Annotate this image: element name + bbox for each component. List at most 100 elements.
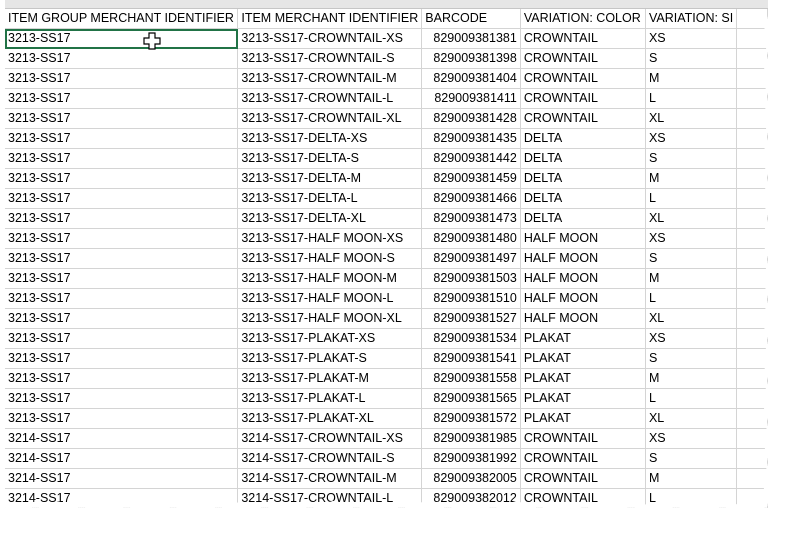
cell-item-group[interactable]: 3213-SS17 — [5, 128, 239, 149]
cell-item-merchant-id[interactable]: 3213-SS17-PLAKAT-XS — [237, 328, 423, 349]
cell-item-group[interactable]: 3213-SS17 — [5, 288, 239, 309]
cell-barcode[interactable]: 829009381992 — [421, 448, 521, 469]
cell-item-merchant-id[interactable]: 3213-SS17-DELTA-L — [237, 188, 423, 209]
cell-item-group[interactable]: 3213-SS17 — [5, 408, 239, 429]
cell-item-merchant-id[interactable]: 3213-SS17-PLAKAT-M — [237, 368, 423, 389]
cell-variation-color[interactable]: CROWNTAIL — [520, 488, 646, 508]
cell-variation-size[interactable]: S — [645, 448, 738, 469]
cell-item-merchant-id[interactable]: 3214-SS17-CROWNTAIL-XS — [237, 428, 423, 449]
cell-barcode[interactable]: 829009381985 — [421, 428, 521, 449]
cell-item-group[interactable]: 3213-SS17 — [5, 148, 239, 169]
cell-item-merchant-id[interactable]: 3213-SS17-DELTA-S — [237, 148, 423, 169]
cell-variation-size[interactable]: L — [645, 388, 738, 409]
cell-barcode[interactable]: 829009381565 — [421, 388, 521, 409]
cell-variation-color[interactable]: CROWNTAIL — [520, 468, 646, 489]
empty-cell[interactable] — [736, 228, 768, 249]
cell-item-group[interactable]: 3213-SS17 — [5, 68, 239, 89]
cell-variation-size[interactable]: XL — [645, 308, 738, 329]
cell-variation-size[interactable]: M — [645, 368, 738, 389]
cell-variation-color[interactable]: CROWNTAIL — [520, 68, 646, 89]
cell-item-merchant-id[interactable]: 3213-SS17-HALF MOON-XL — [237, 308, 423, 329]
empty-cell[interactable] — [736, 188, 768, 209]
cell-barcode[interactable]: 829009381534 — [421, 328, 521, 349]
cell-item-merchant-id[interactable]: 3213-SS17-CROWNTAIL-L — [237, 88, 423, 109]
cell-variation-color[interactable]: DELTA — [520, 188, 646, 209]
empty-cell[interactable] — [736, 208, 768, 229]
empty-cell[interactable] — [736, 168, 768, 189]
cell-item-merchant-id[interactable]: 3213-SS17-CROWNTAIL-M — [237, 68, 423, 89]
cell-variation-color[interactable]: CROWNTAIL — [520, 88, 646, 109]
cell-variation-size[interactable]: XS — [645, 28, 738, 49]
cell-item-merchant-id[interactable]: 3213-SS17-PLAKAT-S — [237, 348, 423, 369]
cell-barcode[interactable]: 829009381428 — [421, 108, 521, 129]
cell-variation-size[interactable]: XS — [645, 128, 738, 149]
empty-cell[interactable] — [736, 368, 768, 389]
cell-barcode[interactable]: 829009382005 — [421, 468, 521, 489]
empty-cell[interactable] — [736, 108, 768, 129]
cell-variation-size[interactable]: M — [645, 168, 738, 189]
cell-barcode[interactable]: 829009381404 — [421, 68, 521, 89]
cell-variation-color[interactable]: PLAKAT — [520, 388, 646, 409]
empty-cell[interactable] — [736, 488, 768, 508]
empty-cell[interactable] — [736, 28, 768, 49]
cell-item-merchant-id[interactable]: 3213-SS17-PLAKAT-XL — [237, 408, 423, 429]
empty-cell[interactable] — [736, 428, 768, 449]
cell-barcode[interactable]: 829009381510 — [421, 288, 521, 309]
cell-item-merchant-id[interactable]: 3213-SS17-HALF MOON-M — [237, 268, 423, 289]
cell-barcode[interactable]: 829009381435 — [421, 128, 521, 149]
cell-variation-color[interactable]: CROWNTAIL — [520, 428, 646, 449]
cell-barcode[interactable]: 829009381480 — [421, 228, 521, 249]
cell-item-group[interactable]: 3214-SS17 — [5, 448, 239, 469]
cell-item-group[interactable]: 3213-SS17 — [5, 368, 239, 389]
cell-variation-size[interactable]: XS — [645, 228, 738, 249]
cell-barcode[interactable]: 829009381459 — [421, 168, 521, 189]
empty-cell[interactable] — [736, 248, 768, 269]
cell-barcode[interactable]: 829009381527 — [421, 308, 521, 329]
cell-item-group[interactable]: 3213-SS17 — [5, 388, 239, 409]
cell-variation-color[interactable]: CROWNTAIL — [520, 48, 646, 69]
cell-barcode[interactable]: 829009381466 — [421, 188, 521, 209]
cell-barcode[interactable]: 829009381541 — [421, 348, 521, 369]
cell-variation-size[interactable]: XL — [645, 108, 738, 129]
cell-variation-color[interactable]: PLAKAT — [520, 328, 646, 349]
cell-item-merchant-id[interactable]: 3213-SS17-CROWNTAIL-XS — [237, 28, 423, 49]
cell-barcode[interactable]: 829009381381 — [421, 28, 521, 49]
cell-item-group[interactable]: 3213-SS17 — [5, 88, 239, 109]
empty-cell[interactable] — [736, 408, 768, 429]
empty-cell[interactable] — [736, 388, 768, 409]
cell-variation-color[interactable]: PLAKAT — [520, 348, 646, 369]
empty-cell[interactable] — [736, 128, 768, 149]
cell-barcode[interactable]: 829009381572 — [421, 408, 521, 429]
cell-variation-color[interactable]: DELTA — [520, 128, 646, 149]
cell-item-group[interactable]: 3213-SS17 — [5, 248, 239, 269]
cell-variation-color[interactable]: HALF MOON — [520, 268, 646, 289]
cell-variation-size[interactable]: XS — [645, 428, 738, 449]
cell-variation-size[interactable]: M — [645, 68, 738, 89]
header-item-merchant-identifier[interactable]: ITEM MERCHANT IDENTIFIER — [237, 9, 423, 29]
cell-variation-color[interactable]: CROWNTAIL — [520, 448, 646, 469]
cell-variation-color[interactable]: DELTA — [520, 168, 646, 189]
cell-variation-size[interactable]: S — [645, 48, 738, 69]
empty-cell[interactable] — [736, 88, 768, 109]
cell-variation-size[interactable]: L — [645, 188, 738, 209]
empty-cell[interactable] — [736, 148, 768, 169]
cell-barcode[interactable]: 829009381473 — [421, 208, 521, 229]
cell-variation-color[interactable]: PLAKAT — [520, 408, 646, 429]
cell-barcode[interactable]: 829009381558 — [421, 368, 521, 389]
cell-item-group[interactable]: 3214-SS17 — [5, 428, 239, 449]
cell-item-group[interactable]: 3213-SS17 — [5, 188, 239, 209]
cell-variation-color[interactable]: PLAKAT — [520, 368, 646, 389]
cell-barcode[interactable]: 829009381442 — [421, 148, 521, 169]
cell-variation-size[interactable]: M — [645, 468, 738, 489]
cell-item-group[interactable]: 3213-SS17 — [5, 28, 239, 49]
cell-variation-color[interactable]: HALF MOON — [520, 308, 646, 329]
empty-cell[interactable] — [736, 48, 768, 69]
cell-variation-size[interactable]: M — [645, 268, 738, 289]
empty-cell[interactable] — [736, 468, 768, 489]
cell-variation-size[interactable]: L — [645, 88, 738, 109]
cell-item-group[interactable]: 3213-SS17 — [5, 328, 239, 349]
cell-item-group[interactable]: 3214-SS17 — [5, 468, 239, 489]
header-variation-size[interactable]: VARIATION: SI — [645, 9, 738, 29]
cell-variation-color[interactable]: CROWNTAIL — [520, 108, 646, 129]
empty-cell[interactable] — [736, 288, 768, 309]
